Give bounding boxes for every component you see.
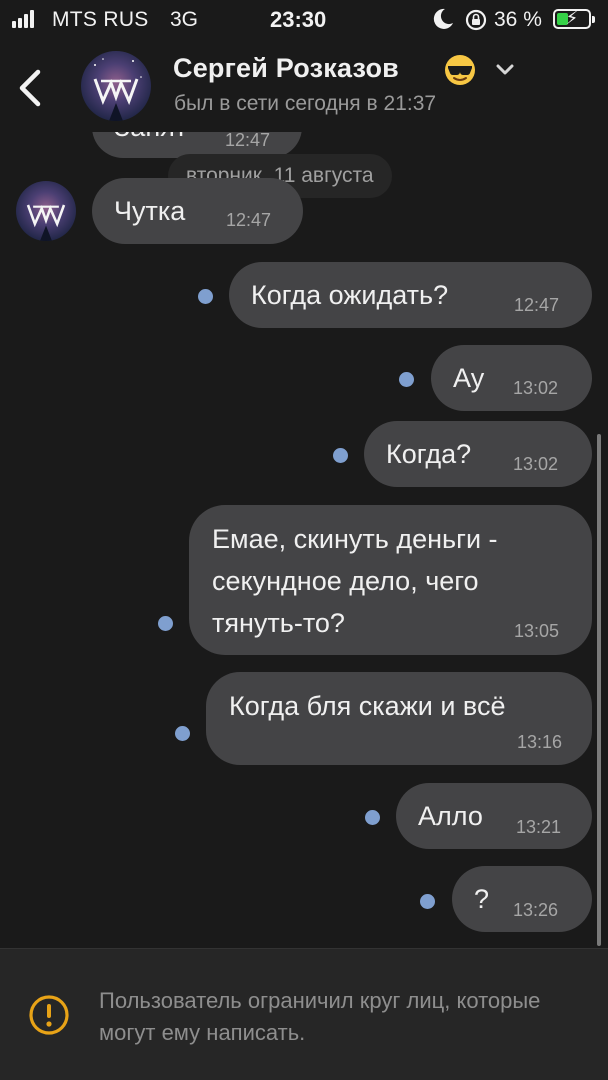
message-text: Чутка <box>114 196 186 226</box>
message-text: Емае, скинуть деньги - секундное дело, ч… <box>212 524 498 638</box>
status-bar: MTS RUS 3G 23:30 36 % ⚡ <box>0 0 608 40</box>
chevron-down-icon[interactable] <box>494 60 516 78</box>
message-time: 12:47 <box>514 295 560 315</box>
unread-indicator <box>175 726 190 741</box>
message-time: 13:16 <box>517 732 563 752</box>
status-time: 23:30 <box>270 7 327 32</box>
restriction-notice-bar: Пользователь ограничил круг лиц, которые… <box>0 948 608 1080</box>
message-text: Когда ожидать? <box>251 280 449 310</box>
message-text: Ау <box>453 363 485 393</box>
message-time: 12:47 <box>226 210 272 230</box>
restriction-notice-text: Пользователь ограничил круг лиц, которые… <box>99 988 541 1045</box>
message-time: 13:05 <box>514 621 560 641</box>
network-type: 3G <box>170 8 199 31</box>
message-text: Когда бля скажи и всё <box>229 691 506 721</box>
last-seen-status: был в сети сегодня в 21:37 <box>174 92 437 115</box>
scrollbar[interactable] <box>597 434 601 946</box>
message-text: ? <box>474 884 490 914</box>
message-time: 13:26 <box>513 900 559 920</box>
chat-header: Сергей Розказов был в сети сегодня в 21:… <box>0 40 608 132</box>
moon-icon <box>432 7 454 37</box>
unread-indicator <box>365 810 380 825</box>
unread-indicator <box>399 372 414 387</box>
back-button[interactable] <box>10 62 50 114</box>
message-bubble-outgoing[interactable]: Алло 13:21 <box>396 783 592 849</box>
message-list[interactable]: Занят 12:47 вторник, 11 августа Чутка 12… <box>0 132 608 948</box>
message-time: 13:02 <box>513 378 559 398</box>
message-time: 13:02 <box>513 454 559 474</box>
warning-icon <box>28 994 70 1036</box>
unread-indicator <box>420 894 435 909</box>
message-bubble-outgoing[interactable]: Ау 13:02 <box>431 345 592 411</box>
message-bubble-incoming[interactable]: Чутка 12:47 <box>92 178 303 244</box>
message-text: Алло <box>418 801 483 831</box>
charging-bolt-icon: ⚡ <box>565 8 579 28</box>
message-time: 13:21 <box>516 817 562 837</box>
unread-indicator <box>333 448 348 463</box>
rotation-lock-icon <box>464 9 488 37</box>
signal-icon <box>12 10 34 28</box>
contact-avatar[interactable] <box>81 51 151 121</box>
battery-icon: ⚡ <box>553 8 595 29</box>
message-time: 12:47 <box>225 132 271 150</box>
message-bubble-outgoing[interactable]: Емае, скинуть деньги - секундное дело, ч… <box>189 505 592 655</box>
unread-indicator <box>158 616 173 631</box>
message-bubble-outgoing[interactable]: Когда бля скажи и всё 13:16 <box>206 672 592 765</box>
back-icon <box>19 69 41 107</box>
message-bubble-outgoing[interactable]: Когда? 13:02 <box>364 421 592 487</box>
battery-percent: 36 % <box>494 8 542 31</box>
sender-avatar[interactable] <box>16 181 76 241</box>
message-text: Занят <box>114 132 187 148</box>
unread-indicator <box>198 289 213 304</box>
carrier-name: MTS RUS <box>52 8 149 31</box>
message-text: Когда? <box>386 439 472 469</box>
message-bubble-outgoing[interactable]: ? 13:26 <box>452 866 592 932</box>
message-bubble-outgoing[interactable]: Когда ожидать? 12:47 <box>229 262 592 328</box>
sunglasses-emoji-icon <box>443 53 477 87</box>
contact-name[interactable]: Сергей Розказов <box>173 53 399 84</box>
